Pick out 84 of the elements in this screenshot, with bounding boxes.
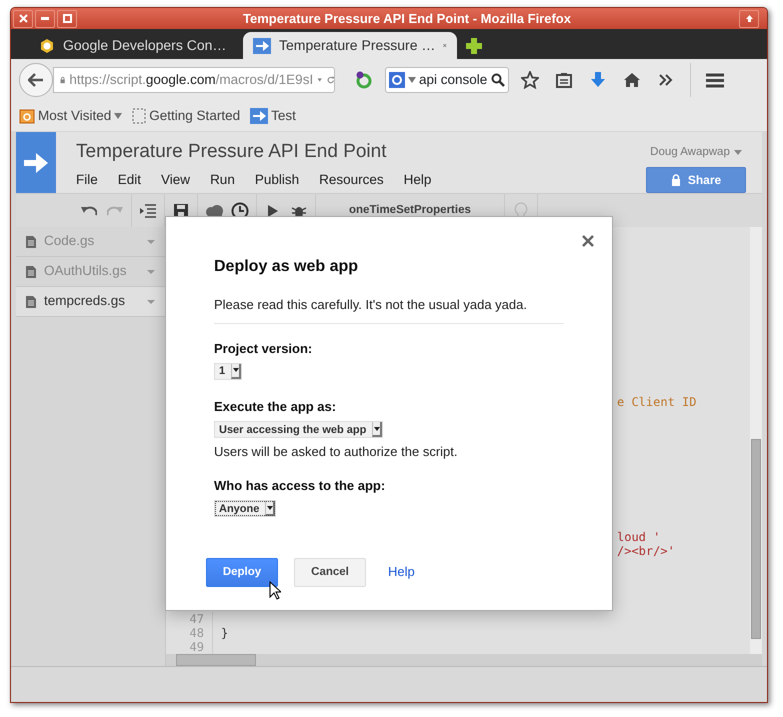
bookmark-item[interactable]: Test bbox=[250, 106, 296, 126]
redo-icon bbox=[107, 204, 123, 216]
indent-icon bbox=[140, 204, 156, 218]
code-text: e Client ID bbox=[617, 395, 696, 409]
scrollbar-thumb[interactable] bbox=[751, 439, 761, 639]
menu-item[interactable]: File bbox=[66, 170, 108, 190]
menu-item[interactable]: Resources bbox=[309, 170, 394, 190]
dropdown-icon bbox=[317, 76, 323, 84]
floppy-icon bbox=[174, 204, 188, 218]
menu-item[interactable]: Run bbox=[200, 170, 245, 190]
document-icon bbox=[26, 296, 36, 308]
function-selector[interactable]: oneTimeSetProperties bbox=[319, 202, 501, 220]
hexagon-icon bbox=[39, 38, 55, 54]
caret-icon bbox=[374, 426, 380, 431]
arrow-icon bbox=[250, 108, 268, 124]
field-label: Project version: bbox=[214, 340, 314, 358]
maximize-button[interactable] bbox=[57, 10, 77, 28]
maximize-icon bbox=[62, 14, 72, 23]
dropdown[interactable]: Anyone bbox=[214, 500, 276, 518]
search-icon bbox=[491, 73, 505, 87]
window-title: Temperature Pressure API End Point - Mozilla Firefox bbox=[242, 10, 572, 28]
bookmark-item[interactable]: Most Visited bbox=[19, 106, 122, 126]
script-tab[interactable]: tempcreds.gs bbox=[16, 287, 165, 317]
document-icon bbox=[26, 236, 36, 248]
menu-item[interactable]: Publish bbox=[244, 170, 310, 190]
line-number: 48 bbox=[176, 626, 213, 640]
search-field[interactable]: api console bbox=[385, 67, 509, 93]
menu-item[interactable]: Edit bbox=[108, 170, 152, 190]
browser-tab[interactable]: Temperature Pressure … bbox=[243, 32, 457, 59]
back-arrow-icon bbox=[28, 73, 44, 87]
chevrons-icon bbox=[659, 74, 673, 86]
lock-icon bbox=[670, 174, 681, 186]
document-icon bbox=[26, 266, 36, 278]
cancel-button[interactable]: Cancel bbox=[294, 558, 366, 587]
folder-icon bbox=[19, 108, 35, 124]
dropdown[interactable]: User accessing the web app bbox=[214, 421, 384, 438]
code-text: loud ' bbox=[617, 530, 660, 544]
caret-icon bbox=[232, 368, 239, 372]
cursor-icon bbox=[269, 581, 281, 600]
back-button[interactable] bbox=[19, 63, 53, 97]
dropdown-icon bbox=[114, 113, 122, 119]
play-icon bbox=[267, 204, 279, 218]
download-arrow-icon bbox=[591, 72, 605, 88]
menu-item[interactable]: Help bbox=[394, 170, 442, 190]
up-arrow-icon bbox=[744, 14, 754, 23]
caret-icon bbox=[266, 506, 273, 510]
minimize-icon bbox=[41, 17, 49, 20]
close-icon bbox=[582, 234, 594, 247]
code-text: } bbox=[220, 626, 228, 640]
menu-item[interactable]: View bbox=[151, 170, 200, 190]
undo-icon bbox=[81, 204, 97, 216]
help-link[interactable]: Help bbox=[382, 561, 421, 583]
dropdown-icon bbox=[408, 77, 416, 83]
dropdown-icon bbox=[147, 270, 155, 274]
arrow-icon bbox=[253, 38, 271, 54]
project-title: Temperature Pressure API End Point bbox=[76, 142, 388, 161]
scrollbar-thumb[interactable] bbox=[176, 654, 256, 666]
dropdown-icon bbox=[147, 300, 155, 304]
plus-icon bbox=[465, 37, 483, 55]
hint-text: Users will be asked to authorize the script. bbox=[214, 442, 458, 461]
home-icon bbox=[623, 72, 641, 88]
clipboard-icon bbox=[556, 72, 572, 88]
restore-button[interactable] bbox=[739, 10, 759, 28]
lock-icon bbox=[60, 74, 66, 86]
close-icon bbox=[18, 14, 28, 23]
close-button[interactable] bbox=[13, 10, 33, 28]
field-label: Who has access to the app: bbox=[214, 477, 386, 496]
star-icon bbox=[521, 71, 539, 89]
arrow-icon bbox=[24, 152, 48, 174]
dropdown-icon bbox=[147, 240, 155, 244]
dropdown[interactable]: 1 bbox=[214, 362, 242, 380]
field-label: Execute the app as: bbox=[214, 398, 338, 416]
minimize-button[interactable] bbox=[35, 10, 55, 28]
dropdown-icon bbox=[734, 150, 742, 156]
address-field[interactable]: https://script.google.com/macros/d/1E9sI bbox=[53, 67, 335, 93]
refresh-circle-icon bbox=[354, 70, 374, 90]
intro-text: Please read this carefully. It's not the usual yada yada. bbox=[214, 295, 564, 324]
menu-icon bbox=[706, 72, 724, 88]
bookmark-item[interactable]: Getting Started bbox=[132, 106, 240, 126]
line-number: 47 bbox=[176, 612, 213, 626]
code-text: /><br/>' bbox=[617, 544, 675, 558]
page-icon bbox=[132, 108, 146, 124]
dialog-title: Deploy as web app bbox=[214, 257, 360, 276]
search-engine-icon bbox=[389, 72, 405, 88]
